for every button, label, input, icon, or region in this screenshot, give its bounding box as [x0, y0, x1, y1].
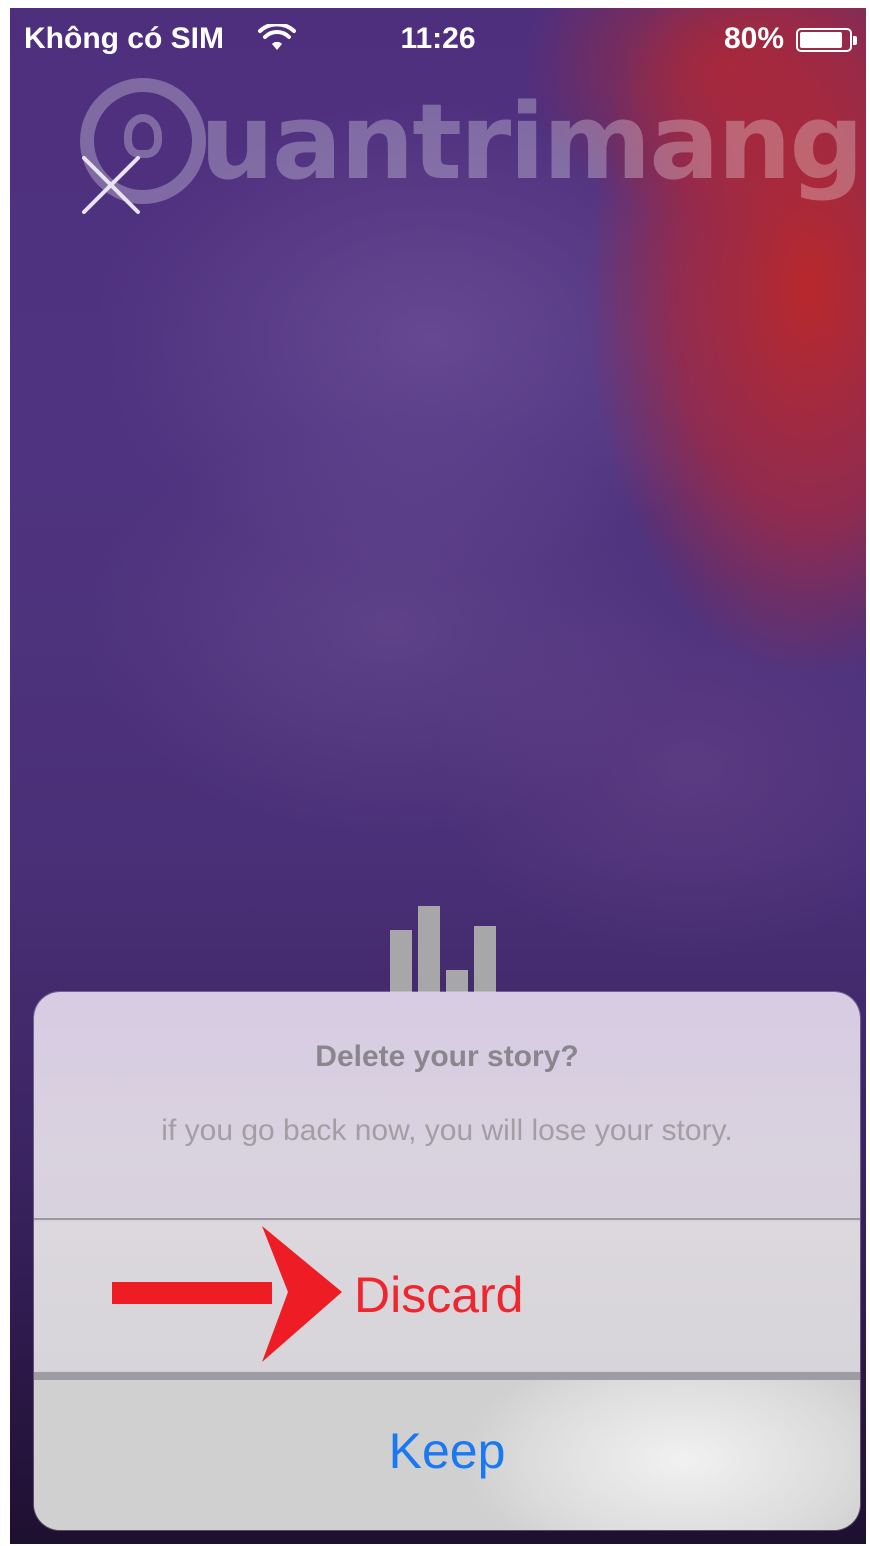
- sheet-header: Delete your story? if you go back now, y…: [34, 992, 860, 1220]
- keep-button[interactable]: Keep: [34, 1380, 860, 1530]
- red-arrow-annotation: [112, 1226, 342, 1362]
- divider-thick: [34, 1372, 860, 1380]
- sheet-message: if you go back now, you will lose your s…: [161, 1114, 733, 1147]
- battery-tip: [853, 36, 857, 45]
- battery-percent: 80%: [723, 22, 784, 55]
- divider: [34, 1218, 860, 1220]
- bar-chart-icon: [390, 906, 496, 992]
- watermark-logo: uantrimang: [80, 78, 864, 208]
- watermark-text: uantrimang: [200, 81, 864, 203]
- status-bar: Không có SIM 11:26 80%: [10, 8, 866, 68]
- battery-fill: [800, 32, 842, 48]
- close-icon[interactable]: [78, 152, 144, 218]
- keep-label: Keep: [388, 1423, 506, 1479]
- battery-icon: [796, 28, 857, 52]
- sheet-title: Delete your story?: [315, 1040, 579, 1073]
- discard-label: Discard: [354, 1267, 524, 1323]
